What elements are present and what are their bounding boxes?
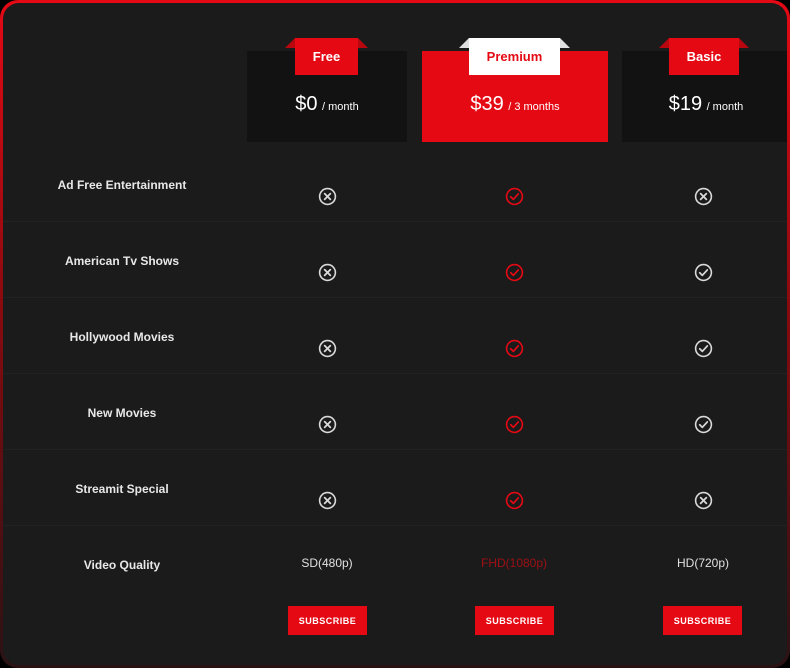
plan-header-premium: Premium $39 / 3 months: [422, 38, 608, 142]
price-period: / month: [322, 101, 359, 113]
check-circle-icon: [688, 409, 718, 439]
check-circle-icon: [688, 257, 718, 287]
cross-circle-icon: [688, 485, 718, 515]
quality-free: SD(480p): [301, 556, 353, 570]
quality-basic: HD(720p): [676, 556, 730, 570]
price-period: / month: [706, 101, 744, 113]
cross-circle-icon: [688, 181, 718, 211]
check-circle-icon: [499, 181, 529, 211]
cross-circle-icon: [312, 409, 342, 439]
plan-price-free: $0 / month: [247, 93, 407, 116]
check-circle-icon: [499, 409, 529, 439]
price-amount: $19: [668, 93, 703, 115]
cross-circle-icon: [312, 485, 342, 515]
pricing-frame: Free $0 / month Premium $39 / 3 months B…: [0, 0, 790, 668]
plan-name-premium: Premium: [469, 38, 560, 75]
plan-header-basic: Basic $19 / month: [622, 38, 787, 142]
check-circle-icon: [499, 333, 529, 363]
pricing-table: Free $0 / month Premium $39 / 3 months B…: [3, 3, 787, 665]
cross-circle-icon: [312, 257, 342, 287]
price-amount: $39: [470, 93, 504, 115]
cross-circle-icon: [312, 333, 342, 363]
plan-price-basic: $19 / month: [622, 93, 787, 116]
subscribe-button-premium[interactable]: SUBSCRIBE: [475, 606, 554, 635]
cross-circle-icon: [312, 181, 342, 211]
feature-label: Streamit Special: [75, 482, 169, 496]
feature-label: Ad Free Entertainment: [57, 178, 187, 192]
plan-header-free: Free $0 / month: [247, 38, 407, 142]
subscribe-button-basic[interactable]: SUBSCRIBE: [663, 606, 742, 635]
plan-name-free: Free: [295, 38, 358, 75]
plan-price-premium: $39 / 3 months: [422, 93, 608, 116]
plan-name-basic: Basic: [669, 38, 739, 75]
check-circle-icon: [499, 485, 529, 515]
subscribe-button-free[interactable]: SUBSCRIBE: [288, 606, 367, 635]
quality-premium: FHD(1080p): [480, 556, 548, 570]
feature-label: Hollywood Movies: [69, 330, 175, 344]
check-circle-icon: [688, 333, 718, 363]
check-circle-icon: [499, 257, 529, 287]
feature-label: American Tv Shows: [64, 254, 180, 268]
price-amount: $0: [295, 93, 318, 115]
feature-label-video-quality: Video Quality: [83, 558, 161, 572]
feature-label: New Movies: [87, 406, 157, 420]
price-period: / 3 months: [508, 101, 560, 113]
